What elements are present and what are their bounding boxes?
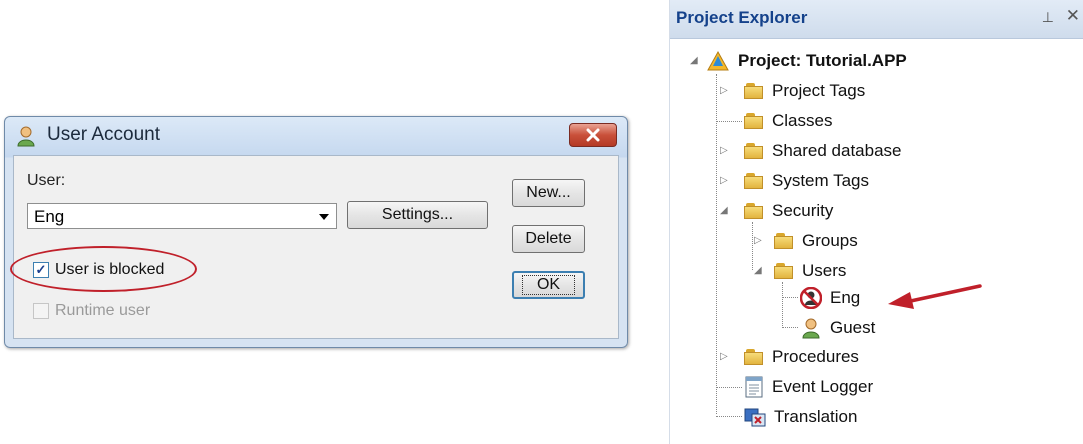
folder-icon <box>744 143 764 159</box>
tree-line <box>716 416 742 417</box>
tree-item-label: Procedures <box>772 347 859 366</box>
project-explorer-title: Project Explorer <box>676 8 808 27</box>
tree-item-users[interactable]: Users <box>774 259 846 283</box>
tree-item-project[interactable]: Project: Tutorial.APP <box>706 49 907 73</box>
tree-item-label: Groups <box>802 231 858 250</box>
user-select-value: Eng <box>34 207 65 226</box>
event-logger-icon <box>745 376 763 398</box>
ok-button[interactable]: OK <box>512 271 585 299</box>
chevron-down-icon <box>319 214 329 220</box>
user-icon <box>17 126 35 147</box>
tree-item-security[interactable]: Security <box>744 199 833 223</box>
project-explorer-header: Project Explorer ⊥ ✕ <box>670 0 1083 39</box>
tree-item-event-logger[interactable]: Event Logger <box>744 375 873 399</box>
pin-icon[interactable]: ⊥ <box>1042 9 1054 26</box>
dialog-title: User Account <box>47 124 160 145</box>
runtime-user-checkbox <box>33 303 49 319</box>
tree-item-shared-database[interactable]: Shared database <box>744 139 902 163</box>
project-icon <box>707 50 729 71</box>
highlight-oval <box>10 246 197 292</box>
ok-button-label: OK <box>521 275 576 295</box>
folder-icon <box>744 203 764 219</box>
translation-icon <box>744 408 766 427</box>
collapse-icon[interactable]: ◢ <box>720 205 728 216</box>
tree-item-label: Security <box>772 201 834 220</box>
user-select[interactable]: Eng <box>27 203 337 229</box>
project-explorer-panel: Project Explorer ⊥ ✕ ◢ Project: Tutorial… <box>669 0 1083 444</box>
blocked-user-icon <box>800 287 822 309</box>
tree-item-translation[interactable]: Translation <box>744 405 857 429</box>
close-button[interactable] <box>569 123 617 147</box>
close-icon <box>586 128 600 142</box>
dialog-titlebar[interactable]: User Account <box>5 117 627 155</box>
collapse-icon[interactable]: ◢ <box>754 265 762 276</box>
tree-line <box>782 282 783 328</box>
expand-icon[interactable]: ▷ <box>720 175 728 186</box>
tree-item-label: Eng <box>830 288 861 307</box>
runtime-user-checkbox-row: Runtime user <box>33 302 150 320</box>
tree-item-label: Translation <box>774 407 858 426</box>
folder-icon <box>774 263 794 279</box>
tree-item-label: Event Logger <box>772 377 874 396</box>
expand-icon[interactable]: ▷ <box>720 351 728 362</box>
delete-button[interactable]: Delete <box>512 225 585 253</box>
tree-item-label: Users <box>802 261 847 280</box>
user-icon <box>802 318 820 339</box>
new-button[interactable]: New... <box>512 179 585 207</box>
tree-line <box>716 74 717 414</box>
tree-item-label: Project Tags <box>772 81 866 100</box>
runtime-user-label: Runtime user <box>55 302 151 319</box>
close-icon[interactable]: ✕ <box>1066 6 1080 26</box>
settings-button[interactable]: Settings... <box>347 201 488 229</box>
collapse-icon[interactable]: ◢ <box>690 55 698 66</box>
tree-item-system-tags[interactable]: System Tags <box>744 169 869 193</box>
tree-line <box>716 121 742 122</box>
folder-icon <box>744 113 764 129</box>
tree-item-procedures[interactable]: Procedures <box>744 345 859 369</box>
tree-line <box>782 297 798 298</box>
tree-line <box>716 387 742 388</box>
folder-icon <box>744 173 764 189</box>
expand-icon[interactable]: ▷ <box>754 235 762 246</box>
folder-icon <box>744 349 764 365</box>
expand-icon[interactable]: ▷ <box>720 145 728 156</box>
expand-icon[interactable]: ▷ <box>720 85 728 96</box>
tree-item-classes[interactable]: Classes <box>744 109 832 133</box>
tree-item-eng[interactable]: Eng <box>800 286 860 310</box>
tree-line <box>782 327 798 328</box>
annotation-arrow-icon <box>888 284 982 309</box>
tree-item-label: Guest <box>830 318 876 337</box>
tree-item-label: Project: Tutorial.APP <box>738 51 907 70</box>
user-account-dialog: User Account User: Eng Settings... New..… <box>4 116 628 348</box>
tree-item-label: System Tags <box>772 171 870 190</box>
tree-item-label: Shared database <box>772 141 902 160</box>
tree-item-label: Classes <box>772 111 833 130</box>
user-label: User: <box>27 172 66 189</box>
tree-item-guest[interactable]: Guest <box>800 316 875 340</box>
folder-icon <box>744 83 764 99</box>
folder-icon <box>774 233 794 249</box>
tree-item-project-tags[interactable]: Project Tags <box>744 79 865 103</box>
tree-line <box>752 222 753 270</box>
tree-item-groups[interactable]: Groups <box>774 229 858 253</box>
